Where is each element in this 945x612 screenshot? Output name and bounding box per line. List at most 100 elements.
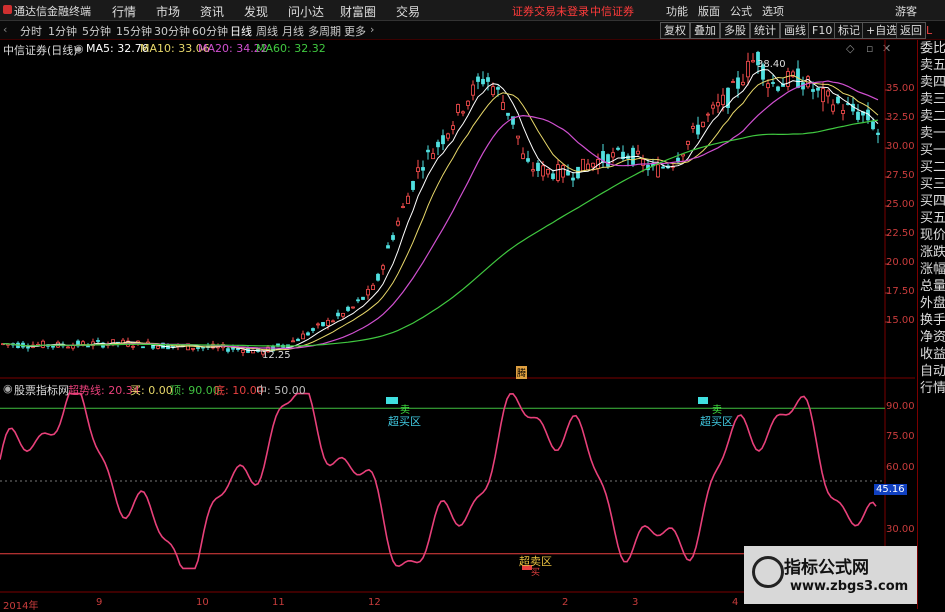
side-panel-item[interactable]: 买四 — [920, 195, 945, 209]
candle-body — [616, 147, 620, 150]
overbought-marker — [698, 397, 708, 404]
candle-body — [431, 153, 435, 160]
side-panel-item[interactable]: 卖四 — [920, 76, 945, 90]
candle-body — [506, 112, 510, 116]
candle-body — [816, 87, 820, 91]
candle-body — [391, 235, 395, 240]
candle-body — [41, 340, 45, 348]
candle-body — [291, 340, 295, 343]
candle-body — [311, 328, 315, 331]
price-tick-label: 22.50 — [886, 228, 915, 239]
side-panel-item[interactable]: 涨幅 — [920, 263, 945, 277]
candle-body — [766, 83, 770, 89]
side-panel-item[interactable]: 现价 — [920, 229, 945, 243]
candle-body — [686, 140, 690, 145]
side-panel-item[interactable]: 卖一 — [920, 127, 945, 141]
candle-body — [841, 110, 845, 114]
l2-toggle-icon[interactable]: L — [926, 24, 932, 37]
candle-body — [196, 347, 200, 349]
candle-body — [821, 88, 825, 103]
price-tick-label: 20.00 — [886, 257, 915, 268]
candle-body — [536, 162, 540, 171]
xtick-4: 4 — [732, 597, 739, 608]
candle-body — [446, 133, 450, 139]
candle-body — [546, 168, 550, 175]
candle-body — [191, 347, 195, 350]
chart-canvas[interactable] — [0, 0, 945, 609]
side-panel-item[interactable]: 卖三 — [920, 93, 945, 107]
candle-body — [871, 121, 875, 130]
watermark-title: 指标公式网 — [784, 558, 869, 578]
side-panel-item[interactable]: 外盘 — [920, 297, 945, 311]
candle-body — [491, 86, 495, 96]
candle-body — [371, 284, 375, 290]
side-panel-item[interactable]: 委比 — [920, 42, 945, 56]
low-price-label: 12.25 — [262, 350, 291, 361]
candle-body — [386, 245, 390, 249]
candle-body — [836, 96, 840, 104]
price-tick-label: 35.00 — [886, 83, 915, 94]
price-tick-label: 25.00 — [886, 199, 915, 210]
side-panel-item[interactable]: 换手 — [920, 314, 945, 328]
price-tick-label: 17.50 — [886, 286, 915, 297]
candle-body — [716, 102, 720, 107]
side-panel-item[interactable]: 买三 — [920, 178, 945, 192]
side-panel-item[interactable]: 净资 — [920, 331, 945, 345]
side-panel-item[interactable]: 涨跌 — [920, 246, 945, 260]
side-panel-item[interactable]: 行情 — [920, 382, 945, 396]
side-panel-item[interactable]: 买二 — [920, 161, 945, 175]
side-panel-item[interactable]: 收益 — [920, 348, 945, 362]
indicator-name[interactable]: 股票指标网 — [14, 382, 69, 398]
candle-body — [656, 164, 660, 178]
side-panel-item[interactable]: 自动 — [920, 365, 945, 379]
candle-body — [381, 265, 385, 270]
candle-body — [441, 135, 445, 145]
candle-body — [771, 82, 775, 84]
candle-body — [401, 206, 405, 208]
candle-body — [876, 132, 880, 135]
price-tick-label: 15.00 — [886, 315, 915, 326]
side-panel-item[interactable]: 买五 — [920, 212, 945, 226]
candle-body — [746, 60, 750, 78]
candle-body — [741, 81, 745, 86]
candle-body — [701, 121, 705, 128]
candle-body — [316, 323, 320, 326]
candle-body — [356, 299, 360, 302]
candle-body — [486, 77, 490, 82]
candle-body — [306, 332, 310, 336]
indicator-area — [0, 407, 885, 555]
candle-body — [811, 89, 815, 92]
candle-body — [66, 346, 70, 349]
candle-body — [296, 338, 300, 342]
event-marker[interactable]: 腾 — [516, 366, 528, 379]
candle-body — [436, 141, 440, 148]
candle-body — [451, 125, 455, 130]
candle-body — [526, 158, 530, 162]
xtick-12: 12 — [368, 597, 381, 608]
candle-body — [516, 135, 520, 139]
side-panel-item[interactable]: 买一 — [920, 144, 945, 158]
candle-body — [611, 152, 615, 158]
quote-side-panel: 委比卖五卖四卖三卖二卖一买一买二买三买四买五现价涨跌涨幅总量外盘换手净资收益自动… — [917, 24, 945, 609]
side-panel-item[interactable]: 总量 — [920, 280, 945, 294]
ma5-line — [2, 69, 879, 352]
candle-body — [566, 170, 570, 176]
overbought-marker — [386, 397, 398, 404]
candle-body — [406, 195, 410, 204]
candle-body — [481, 78, 485, 85]
candle-body — [421, 167, 425, 171]
side-panel-item[interactable]: 卖五 — [920, 59, 945, 73]
indicator-settings-icon[interactable]: ◉ — [3, 382, 13, 395]
candle-body — [51, 345, 55, 348]
candle-body — [541, 165, 545, 177]
candle-body — [586, 163, 590, 171]
candle-body — [581, 158, 585, 172]
candle-body — [426, 149, 430, 153]
candle-body — [696, 124, 700, 135]
candle-body — [531, 169, 535, 172]
candle-body — [346, 306, 350, 311]
price-tick-label: 32.50 — [886, 112, 915, 123]
side-panel-item[interactable]: 卖二 — [920, 110, 945, 124]
candle-body — [591, 162, 595, 168]
candle-body — [156, 345, 160, 349]
